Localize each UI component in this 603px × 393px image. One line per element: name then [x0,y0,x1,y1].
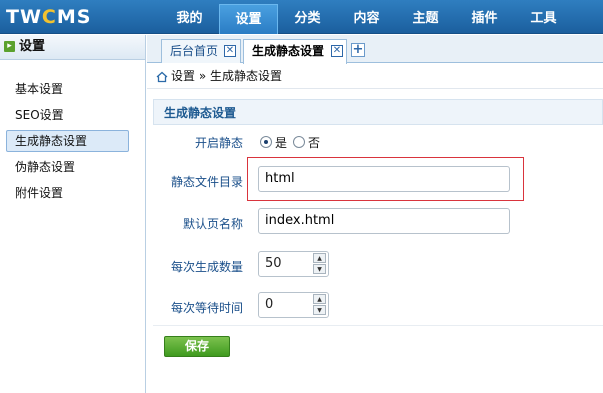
nav-item-tools[interactable]: 工具 [514,4,573,34]
stepper-down-icon[interactable]: ▼ [313,305,326,315]
top-nav: 我的 设置 分类 内容 主题 插件 工具 [160,4,573,34]
static-dir-label: 静态文件目录 [170,175,243,189]
sidebar-item-attachment[interactable]: 附件设置 [6,182,129,204]
tab-static-settings[interactable]: 生成静态设置 ✕ [243,39,347,64]
nav-item-plugin[interactable]: 插件 [455,4,514,34]
home-icon[interactable] [156,71,168,83]
top-bar: TWCMS 我的 设置 分类 内容 主题 插件 工具 [0,0,603,34]
static-dir-input[interactable]: html [258,166,510,192]
add-tab-button[interactable]: + [351,43,365,57]
sidebar-header[interactable]: ▸ 设置 [0,35,145,60]
save-button[interactable]: 保存 [164,336,230,357]
sidebar-item-pseudo-static[interactable]: 伪静态设置 [6,156,129,178]
nav-item-category[interactable]: 分类 [278,4,337,34]
breadcrumb-separator: » [198,69,207,83]
panel-title: 生成静态设置 [153,99,603,125]
breadcrumb-home[interactable]: 设置 [171,69,195,83]
wait-time-label: 每次等待时间 [170,301,243,315]
nav-item-settings[interactable]: 设置 [219,4,278,34]
nav-item-theme[interactable]: 主题 [396,4,455,34]
nav-item-content[interactable]: 内容 [337,4,396,34]
stepper-up-icon[interactable]: ▲ [313,294,326,304]
nav-item-mine[interactable]: 我的 [160,4,219,34]
default-page-label: 默认页名称 [182,217,243,231]
sidebar: ▸ 设置 基本设置 SEO设置 生成静态设置 伪静态设置 附件设置 [0,35,146,393]
sidebar-menu: 基本设置 SEO设置 生成静态设置 伪静态设置 附件设置 [0,78,145,204]
per-batch-label: 每次生成数量 [170,260,243,274]
sidebar-item-basic[interactable]: 基本设置 [6,78,129,100]
expand-icon[interactable]: ▸ [4,41,15,52]
logo-part2: C [41,6,57,28]
sidebar-item-seo[interactable]: SEO设置 [6,104,129,126]
enable-static-label: 开启静态 [194,136,243,150]
enable-static-radio-group: 是 否 [260,134,326,150]
radio-no-label[interactable]: 否 [308,134,320,151]
logo[interactable]: TWCMS [6,6,91,28]
logo-part3: MS [56,6,92,28]
radio-yes[interactable] [260,136,272,148]
divider [153,325,603,326]
radio-no[interactable] [293,136,306,148]
sidebar-title: 设置 [19,39,46,54]
per-batch-stepper[interactable]: 50 ▲ ▼ [258,251,329,277]
close-icon[interactable]: ✕ [224,45,236,57]
breadcrumb: 设置 » 生成静态设置 [147,64,603,89]
logo-part1: TW [6,6,42,28]
default-page-input[interactable]: index.html [258,208,510,234]
stepper-down-icon[interactable]: ▼ [313,264,326,274]
radio-yes-label[interactable]: 是 [275,134,287,151]
tab-bar: 后台首页 ✕ 生成静态设置 ✕ + [147,35,603,64]
tab-home-label: 后台首页 [170,44,219,58]
wait-time-value: 0 [265,297,274,312]
sidebar-item-static[interactable]: 生成静态设置 [6,130,129,152]
wait-time-stepper[interactable]: 0 ▲ ▼ [258,292,329,318]
tab-home[interactable]: 后台首页 ✕ [161,39,241,63]
stepper-up-icon[interactable]: ▲ [313,253,326,263]
breadcrumb-current: 生成静态设置 [210,69,283,83]
close-icon[interactable]: ✕ [331,45,343,57]
per-batch-value: 50 [265,256,282,271]
tab-static-settings-label: 生成静态设置 [252,44,325,58]
